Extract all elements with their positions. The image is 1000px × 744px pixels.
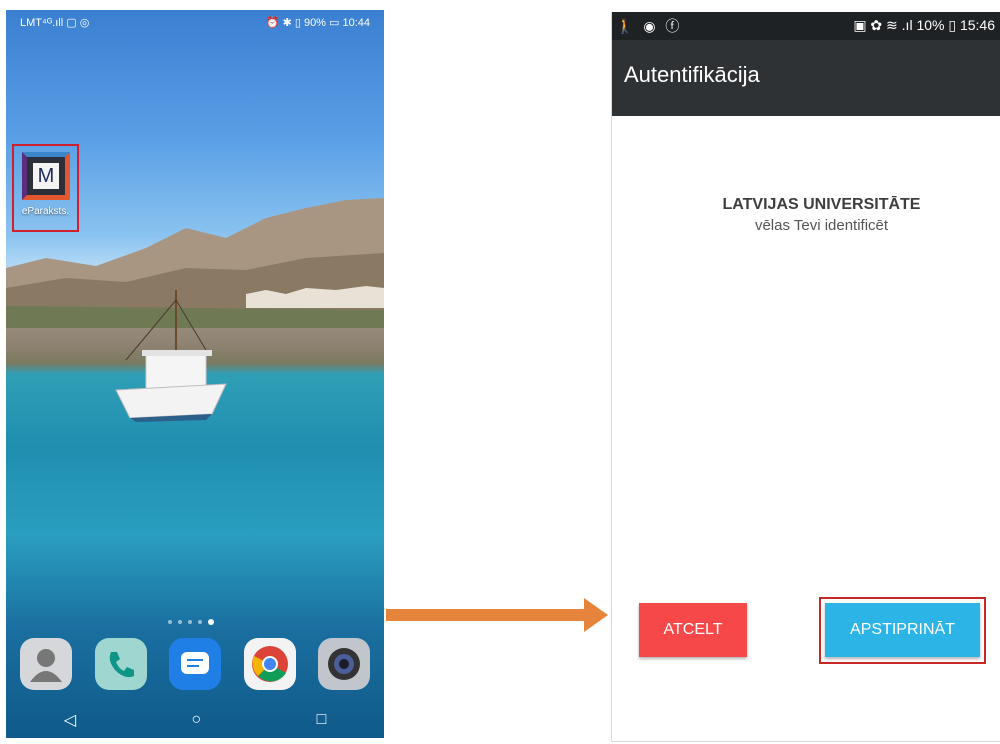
- boat-image: [115, 290, 227, 422]
- confirm-button[interactable]: APSTIPRINĀT: [825, 603, 980, 657]
- status-right-text: ▣ ✿ ≋ .ıl 10% ▯ 15:46: [853, 17, 995, 33]
- phone-icon[interactable]: [94, 638, 147, 690]
- messages-icon[interactable]: [169, 638, 221, 690]
- eparaksts-app-icon[interactable]: M: [22, 152, 70, 200]
- navigation-bar: ◁ ○ □: [6, 702, 384, 738]
- dock: [20, 638, 370, 690]
- app-label: eParaksts.: [21, 206, 70, 217]
- eparaksts-app-shortcut[interactable]: M eParaksts.: [12, 144, 79, 232]
- identification-prompt: vēlas Tevi identificēt: [754, 217, 889, 234]
- page-dot: [178, 620, 182, 624]
- page-dot: [188, 620, 192, 624]
- app-bar: Autentifikācija: [612, 40, 1000, 116]
- chrome-icon[interactable]: [243, 638, 296, 690]
- status-bar: LMT⁴ᴳ.ıll ▢ ◎ ⏰ ✱ ▯ 90% ▭ 10:44: [6, 10, 384, 34]
- cancel-button[interactable]: ATCELT: [639, 603, 747, 657]
- page-dot: [168, 620, 172, 624]
- home-screen: LMT⁴ᴳ.ıll ▢ ◎ ⏰ ✱ ▯ 90% ▭ 10:44 M eParak…: [6, 10, 384, 738]
- home-button[interactable]: ○: [191, 711, 201, 729]
- page-dot: [198, 620, 202, 624]
- transition-arrow-icon: [386, 598, 608, 632]
- camera-icon[interactable]: [318, 638, 370, 690]
- back-button[interactable]: ◁: [64, 710, 76, 730]
- app-icon-letter: M: [33, 163, 59, 189]
- page-dot-active: [208, 619, 214, 625]
- page-title: Autentifikācija: [624, 62, 760, 87]
- status-bar: 🚶 ◉ ⓕ ▣ ✿ ≋ .ıl 10% ▯ 15:46: [612, 12, 1000, 40]
- recents-button[interactable]: □: [317, 711, 327, 729]
- page-indicator: [168, 619, 214, 625]
- organization-name: LATVIJAS UNIVERSITĀTE: [722, 196, 921, 213]
- contacts-icon[interactable]: [20, 638, 72, 690]
- status-icons: 🚶 ◉ ⓕ: [616, 18, 683, 34]
- authentication-screen: 🚶 ◉ ⓕ ▣ ✿ ≋ .ıl 10% ▯ 15:46 Autentifikāc…: [611, 12, 1000, 742]
- status-left-text: LMT⁴ᴳ.ıll ▢ ◎: [20, 17, 90, 29]
- status-right-text: ⏰ ✱ ▯ 90% ▭ 10:44: [265, 17, 370, 29]
- confirm-highlight: APSTIPRINĀT: [819, 597, 986, 664]
